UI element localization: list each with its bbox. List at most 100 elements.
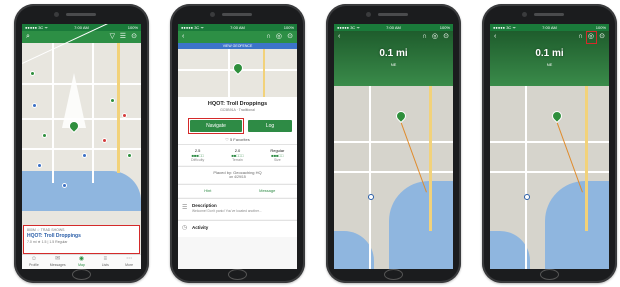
tab-messages[interactable]: ✉ Messages — [46, 256, 70, 267]
compass-icon[interactable]: ◎ — [276, 31, 282, 43]
road — [490, 141, 609, 143]
cache-marker[interactable] — [102, 138, 107, 143]
tab-label: Messages — [49, 263, 66, 267]
user-location-marker — [368, 194, 374, 200]
screen: ●●●●● 3C ᯤ 7:00 AM 100% 0.1 mi NE ‹ ∩ ◎ … — [334, 24, 453, 269]
message-icon: ✉ — [55, 256, 61, 262]
highlight-box — [586, 31, 597, 44]
mini-map[interactable] — [178, 49, 297, 97]
front-camera — [366, 12, 371, 17]
front-camera — [522, 12, 527, 17]
speaker-grille — [222, 13, 252, 16]
map[interactable] — [22, 24, 141, 255]
distance-readout: 0.1 mi — [535, 48, 564, 59]
screen: ●●●●● 3C ᯤ 7:00 AM 100% ⌕ ▽ ☰ ⊙ 800M ☆ T… — [22, 24, 141, 269]
stat-label: Terrain — [232, 158, 243, 162]
description-text: Welcome! Don't panic! You've located ano… — [192, 209, 262, 213]
more-icon[interactable]: ⊙ — [287, 31, 293, 43]
cache-marker[interactable] — [30, 71, 35, 76]
activity-label: Activity — [192, 225, 209, 230]
more-icon: ⋯ — [126, 256, 133, 262]
road — [92, 43, 94, 183]
activity-row[interactable]: ◷ Activity — [178, 220, 297, 237]
river — [545, 181, 609, 269]
user-location-marker — [524, 194, 530, 200]
cache-preview-card[interactable]: 800M ☆ TRAD SHOWS HQOT: Troll Droppings … — [23, 225, 140, 254]
home-button[interactable] — [228, 269, 247, 280]
favorites-row[interactable]: ♡ 5 Favorites — [178, 135, 297, 144]
cache-header: HQOT: Troll Droppings GC5B91A · Traditio… — [178, 97, 297, 117]
headphones-icon[interactable]: ∩ — [266, 31, 271, 43]
size-stat: Regular ■■■□□ Size — [258, 148, 297, 162]
back-icon[interactable]: ‹ — [182, 31, 184, 43]
list-icon[interactable]: ☰ — [120, 31, 126, 43]
route-line — [400, 120, 427, 193]
highway — [585, 71, 588, 231]
cache-marker[interactable] — [122, 113, 127, 118]
road — [334, 141, 453, 143]
road — [490, 171, 609, 173]
battery-text: 100% — [439, 25, 450, 30]
speaker-grille — [378, 13, 408, 16]
cache-pin[interactable] — [549, 108, 565, 124]
screen: ●●●●● 3C ᯤ 7:00 AM 100% 0.1 mi NE ‹ ∩ ◎ … — [490, 24, 609, 269]
status-bar: ●●●●● 3C ᯤ 7:00 AM 100% — [178, 24, 297, 31]
clock: 7:00 AM — [74, 25, 89, 30]
clock: 7:00 AM — [542, 25, 557, 30]
highway — [429, 71, 432, 231]
navigation-map[interactable]: 0.1 mi NE — [334, 31, 453, 269]
road — [525, 71, 527, 269]
cache-marker[interactable] — [110, 98, 115, 103]
tab-label: Map — [78, 263, 85, 267]
battery-text: 100% — [283, 25, 294, 30]
nav-bar: ⌕ ▽ ☰ ⊙ — [22, 31, 141, 43]
filter-icon[interactable]: ▽ — [110, 31, 115, 43]
highway — [263, 49, 265, 97]
cache-subtitle: GC5B91A · Traditional — [220, 108, 255, 112]
cache-marker[interactable] — [32, 103, 37, 108]
screen: ●●●●● 3C ᯤ 7:00 AM 100% ‹ ∩ ◎ ⊙ VIEW GEO… — [178, 24, 297, 269]
back-icon[interactable]: ‹ — [494, 31, 496, 43]
cache-title: HQOT: Troll Droppings — [207, 101, 268, 107]
more-icon[interactable]: ⊙ — [131, 31, 137, 43]
tab-more[interactable]: ⋯ More — [117, 256, 141, 267]
lake — [22, 171, 141, 211]
cache-marker[interactable] — [127, 153, 132, 158]
home-button[interactable] — [540, 269, 559, 280]
battery-text: 100% — [127, 25, 138, 30]
more-icon[interactable]: ⊙ — [599, 31, 605, 43]
headphones-icon[interactable]: ∩ — [422, 31, 427, 43]
cache-marker[interactable] — [37, 163, 42, 168]
phone-navigation: ●●●●● 3C ᯤ 7:00 AM 100% 0.1 mi NE ‹ ∩ ◎ … — [326, 4, 461, 283]
description-row[interactable]: ☰ Description Welcome! Don't panic! You'… — [178, 198, 297, 219]
cache-pin[interactable] — [393, 108, 409, 124]
hint-button[interactable]: Hint — [178, 185, 238, 197]
log-button[interactable]: Log — [248, 120, 292, 132]
direction-readout: NE — [390, 62, 397, 67]
tab-label: Profile — [28, 263, 39, 267]
clock: 7:00 AM — [230, 25, 245, 30]
status-bar: ●●●●● 3C ᯤ 7:00 AM 100% — [22, 24, 141, 31]
action-row: Navigate Log — [178, 117, 297, 135]
message-button[interactable]: Message — [238, 185, 298, 197]
list-icon: ≡ — [103, 256, 108, 262]
cache-marker[interactable] — [62, 183, 67, 188]
route-line — [556, 120, 583, 193]
search-icon[interactable]: ⌕ — [26, 31, 30, 43]
tab-lists[interactable]: ≡ Lists — [93, 256, 117, 267]
compass-icon[interactable]: ◎ — [432, 31, 438, 43]
headphones-icon[interactable]: ∩ — [578, 31, 583, 43]
phone-navigation-highlight: ●●●●● 3C ᯤ 7:00 AM 100% 0.1 mi NE ‹ ∩ ◎ … — [482, 4, 617, 283]
tab-bar: ☺ Profile ✉ Messages ◉ Map ≡ Lists ⋯ More — [22, 254, 141, 269]
tab-map[interactable]: ◉ Map — [70, 256, 94, 267]
navigation-map[interactable]: 0.1 mi NE — [490, 31, 609, 269]
back-icon[interactable]: ‹ — [338, 31, 340, 43]
more-icon[interactable]: ⊙ — [443, 31, 449, 43]
home-button[interactable] — [72, 269, 91, 280]
difficulty-stat: 2.5 ■■■□□ Difficulty — [178, 148, 217, 162]
tab-profile[interactable]: ☺ Profile — [22, 256, 46, 267]
favorites-label: 5 Favorites — [229, 137, 250, 142]
home-button[interactable] — [384, 269, 403, 280]
cache-marker[interactable] — [42, 133, 47, 138]
cache-marker[interactable] — [82, 153, 87, 158]
